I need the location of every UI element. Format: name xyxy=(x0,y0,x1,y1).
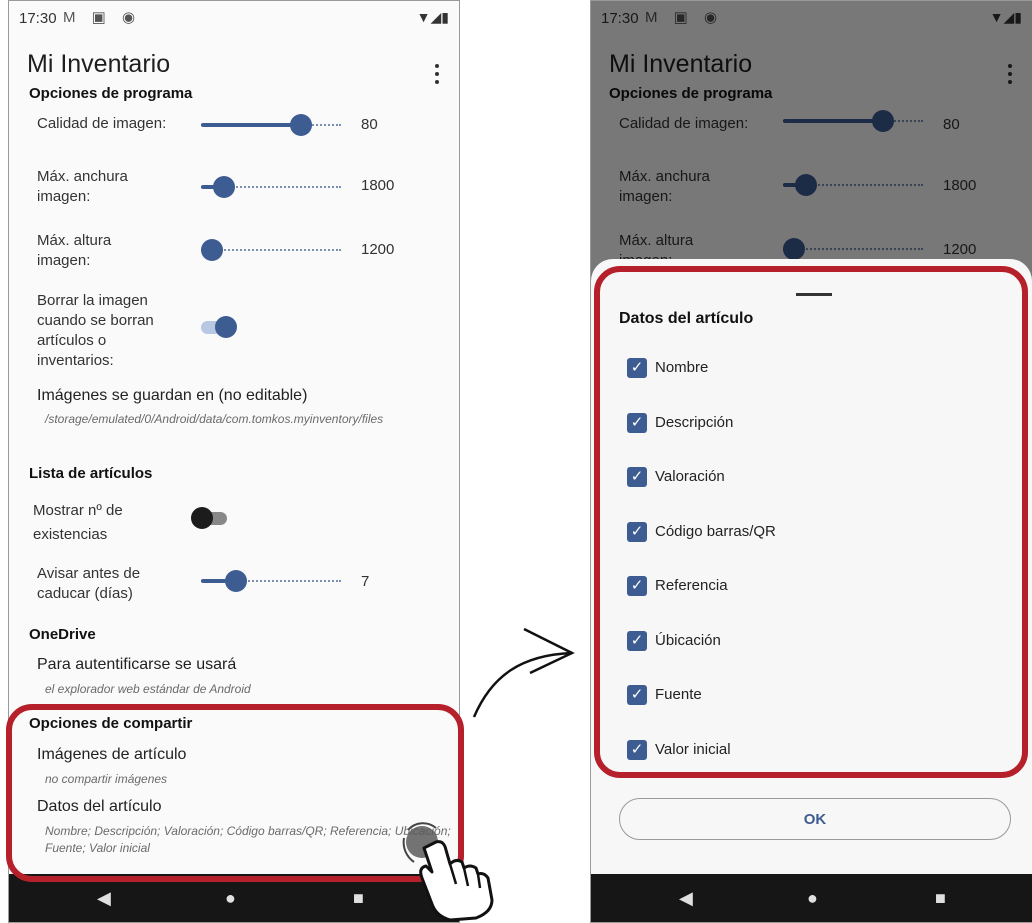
home-icon[interactable]: ● xyxy=(807,888,818,909)
recents-icon[interactable]: ■ xyxy=(935,888,946,909)
notification-icons: M ▣ ◉ xyxy=(63,9,142,26)
max-height-value: 1200 xyxy=(361,241,395,258)
max-height-slider[interactable] xyxy=(201,238,341,262)
slider-thumb[interactable] xyxy=(225,570,247,592)
expiry-warn-value: 7 xyxy=(361,573,370,590)
image-quality-slider[interactable] xyxy=(201,113,341,137)
recents-icon[interactable]: ■ xyxy=(353,888,364,909)
highlight-checkbox-list xyxy=(594,266,1028,778)
image-quality-label: Calidad de imagen: xyxy=(37,115,167,132)
show-stock-switch[interactable] xyxy=(191,506,229,530)
expiry-warn-slider[interactable] xyxy=(201,569,341,593)
status-time: 17:30 xyxy=(19,10,57,27)
expiry-warn-label: Avisar antes de caducar (días) xyxy=(37,565,141,602)
max-height-label: Máx. altura imagen: xyxy=(37,232,112,269)
onedrive-auth-sub: el explorador web estándar de Android xyxy=(45,682,251,696)
status-bar: 17:30 M ▣ ◉ ▼◢▮ xyxy=(9,1,459,35)
show-stock-label: Mostrar nº de existencias xyxy=(33,502,123,543)
delete-images-switch[interactable] xyxy=(199,315,237,339)
back-icon[interactable]: ◀ xyxy=(97,888,111,909)
slider-thumb[interactable] xyxy=(201,239,223,261)
slider-thumb[interactable] xyxy=(290,114,312,136)
image-quality-value: 80 xyxy=(361,116,378,133)
app-title: Mi Inventario xyxy=(27,50,171,78)
transition-arrow-icon xyxy=(472,627,575,718)
section-item-list: Lista de artículos xyxy=(29,465,153,482)
max-width-value: 1800 xyxy=(361,177,395,194)
max-width-slider[interactable] xyxy=(201,175,341,199)
navigation-bar: ◀ ● ■ xyxy=(591,874,1032,922)
storage-title: Imágenes se guardan en (no editable) xyxy=(37,387,308,404)
back-icon[interactable]: ◀ xyxy=(679,888,693,909)
onedrive-auth-title[interactable]: Para autentificarse se usará xyxy=(37,656,236,674)
slider-thumb[interactable] xyxy=(213,176,235,198)
delete-images-label: Borrar la imagen cuando se borran artícu… xyxy=(37,292,154,369)
home-icon[interactable]: ● xyxy=(225,888,236,909)
tap-hand-icon xyxy=(402,822,494,922)
max-width-label: Máx. anchura imagen: xyxy=(37,168,128,205)
ok-button[interactable]: OK xyxy=(619,798,1011,840)
system-status-icons: ▼◢▮ xyxy=(416,9,449,25)
storage-path: /storage/emulated/0/Android/data/com.tom… xyxy=(45,412,384,426)
kebab-menu-icon[interactable] xyxy=(435,64,439,84)
section-program-options: Opciones de programa xyxy=(29,85,193,102)
section-onedrive: OneDrive xyxy=(29,626,96,643)
